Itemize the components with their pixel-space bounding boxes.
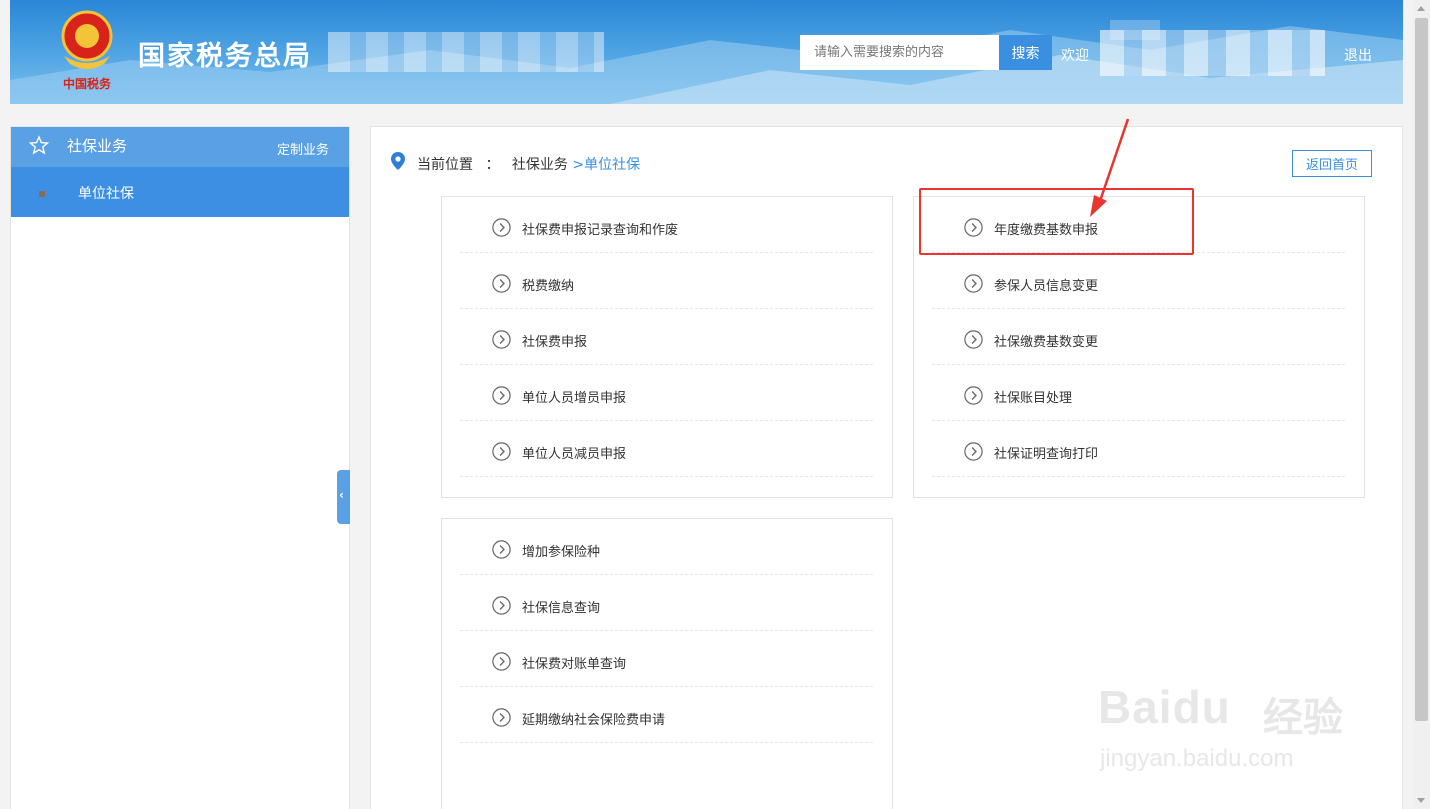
watermark-brand-cn: 经验	[1263, 695, 1343, 741]
star-icon	[29, 135, 49, 155]
baidu-watermark: Baidu 经验 jingyan.baidu.com	[1098, 650, 1358, 780]
masked-text	[328, 32, 604, 72]
header-banner: 中国税务 国家税务总局 搜索 欢迎 退出	[10, 0, 1403, 104]
menu-item-label: 社保证明查询打印	[994, 447, 1099, 462]
watermark-url: jingyan.baidu.com	[1100, 745, 1294, 772]
menu-item-label: 社保费申报记录查询和作废	[522, 223, 679, 238]
menu-item-label: 社保费对账单查询	[522, 657, 627, 672]
menu-item-base-change[interactable]: 社保缴费基数变更	[932, 309, 1345, 365]
watermark-brand: Baidu	[1098, 681, 1231, 733]
chevron-circle-icon	[492, 708, 511, 727]
breadcrumb-separator: ：	[485, 157, 500, 173]
panel-left-bottom: 增加参保险种 社保信息查询 社保费对账单查询 延期缴纳社会保险费申请	[441, 518, 893, 809]
panel-left-top: 社保费申报记录查询和作废 税费缴纳 社保费申报 单位人员增员申报 单位人员减员申…	[441, 196, 893, 498]
chevron-circle-icon	[492, 330, 511, 349]
menu-item-label: 社保费申报	[522, 335, 588, 350]
menu-item-staff-increase[interactable]: 单位人员增员申报	[460, 365, 873, 421]
svg-text:中国税务: 中国税务	[63, 76, 112, 91]
menu-item-info-query[interactable]: 社保信息查询	[460, 575, 873, 631]
chevron-circle-icon	[964, 442, 983, 461]
sidebar-header: 社保业务 定制业务	[11, 127, 349, 167]
menu-item-certificate-print[interactable]: 社保证明查询打印	[932, 421, 1345, 477]
menu-item-label: 单位人员减员申报	[522, 447, 627, 462]
menu-item-social-security-declare[interactable]: 社保费申报	[460, 309, 873, 365]
chevron-circle-icon	[492, 652, 511, 671]
scroll-up-icon[interactable]	[1417, 6, 1425, 11]
chevron-circle-icon	[964, 274, 983, 293]
menu-item-deferred-payment[interactable]: 延期缴纳社会保险费申请	[460, 687, 873, 743]
chevron-circle-icon	[492, 274, 511, 293]
breadcrumb-current: >单位社保	[572, 157, 641, 173]
search-input[interactable]	[800, 35, 1000, 70]
masked-username	[1100, 30, 1325, 76]
menu-item-label: 延期缴纳社会保险费申请	[522, 713, 666, 728]
breadcrumb: 当前位置 ： 社保业务 >单位社保	[417, 154, 640, 174]
menu-item-label: 社保账目处理	[994, 391, 1073, 406]
menu-item-insured-info-change[interactable]: 参保人员信息变更	[932, 253, 1345, 309]
tax-emblem-logo: 中国税务	[61, 10, 113, 91]
bullet-icon	[39, 191, 45, 197]
chevron-circle-icon	[492, 442, 511, 461]
custom-business-link[interactable]: 定制业务	[277, 139, 329, 158]
menu-item-tax-payment[interactable]: 税费缴纳	[460, 253, 873, 309]
menu-item-label: 社保缴费基数变更	[994, 335, 1099, 350]
return-home-button[interactable]: 返回首页	[1292, 150, 1372, 177]
sidebar: 社保业务 定制业务 单位社保	[10, 126, 350, 809]
menu-item-staff-decrease[interactable]: 单位人员减员申报	[460, 421, 873, 477]
scroll-down-icon[interactable]	[1417, 798, 1425, 803]
chevron-circle-icon	[492, 596, 511, 615]
menu-item-account-process[interactable]: 社保账目处理	[932, 365, 1345, 421]
menu-item-label: 税费缴纳	[522, 279, 575, 294]
chevron-left-icon: ‹	[339, 488, 344, 502]
logout-link[interactable]: 退出	[1344, 45, 1372, 65]
collapse-sidebar-handle[interactable]: ‹	[337, 470, 350, 524]
search-button[interactable]: 搜索	[999, 35, 1052, 70]
menu-item-label: 参保人员信息变更	[994, 279, 1099, 294]
menu-item-add-insurance[interactable]: 增加参保险种	[460, 519, 873, 575]
location-pin-icon	[391, 152, 405, 170]
vertical-scrollbar[interactable]	[1413, 0, 1430, 809]
site-title: 国家税务总局	[138, 41, 312, 72]
menu-item-label: 单位人员增员申报	[522, 391, 627, 406]
chevron-circle-icon	[964, 386, 983, 405]
menu-item-label: 增加参保险种	[522, 545, 601, 560]
menu-item-label: 社保信息查询	[522, 601, 601, 616]
chevron-circle-icon	[492, 540, 511, 559]
sidebar-title: 社保业务	[67, 137, 128, 155]
welcome-text: 欢迎	[1061, 48, 1089, 64]
breadcrumb-prefix: 当前位置	[417, 157, 473, 173]
sidebar-item-unit-social-security[interactable]: 单位社保	[11, 167, 349, 217]
highlight-box	[919, 188, 1194, 255]
chevron-circle-icon	[964, 330, 983, 349]
arrow-annotation-icon	[1090, 118, 1130, 217]
chevron-circle-icon	[492, 218, 511, 237]
menu-item-statement-query[interactable]: 社保费对账单查询	[460, 631, 873, 687]
breadcrumb-level1[interactable]: 社保业务	[512, 157, 568, 173]
scrollbar-thumb[interactable]	[1415, 18, 1428, 721]
chevron-circle-icon	[492, 386, 511, 405]
menu-item-record-query-void[interactable]: 社保费申报记录查询和作废	[460, 197, 873, 253]
sidebar-item-label: 单位社保	[78, 186, 134, 202]
